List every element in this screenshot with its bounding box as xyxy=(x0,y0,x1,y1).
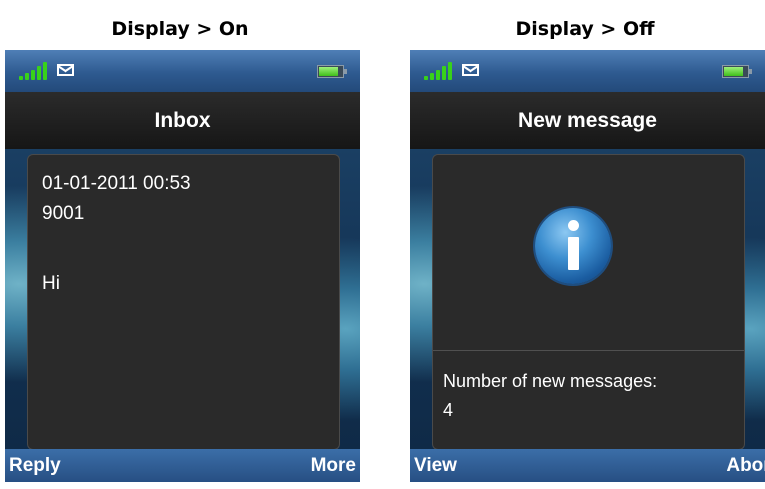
envelope-icon xyxy=(57,64,74,76)
battery-icon xyxy=(722,65,752,78)
new-messages-count: 4 xyxy=(443,400,454,420)
softkey-bar: Reply More xyxy=(5,449,360,482)
new-messages-label: Number of new messages: xyxy=(443,371,658,391)
message-date: 01-01-2011 00:53 xyxy=(42,173,191,194)
softkey-bar: View Abort xyxy=(410,449,765,482)
status-bar xyxy=(5,50,360,92)
phone-screen-new-message: New message Number of new messages: 4 Vi… xyxy=(410,50,765,482)
reply-softkey[interactable]: Reply xyxy=(9,455,61,477)
signal-strength-icon xyxy=(19,62,51,80)
caption-display-off: Display > Off xyxy=(515,18,655,40)
caption-display-on: Display > On xyxy=(111,18,249,40)
screen-title: Inbox xyxy=(5,92,360,149)
message-body: Hi xyxy=(42,273,60,294)
battery-icon xyxy=(317,65,347,78)
info-icon xyxy=(535,208,611,284)
signal-strength-icon xyxy=(424,62,456,80)
phone-screen-inbox: Inbox 01-01-2011 00:53 9001 Hi Reply Mor… xyxy=(5,50,360,482)
more-softkey[interactable]: More xyxy=(311,455,356,477)
notification-panel: Number of new messages: 4 xyxy=(432,154,745,450)
message-sender: 9001 xyxy=(42,203,85,224)
message-panel: 01-01-2011 00:53 9001 Hi xyxy=(27,154,340,450)
notification-icon-area xyxy=(433,155,744,351)
envelope-icon xyxy=(462,64,479,76)
abort-softkey[interactable]: Abort xyxy=(726,455,765,477)
view-softkey[interactable]: View xyxy=(414,455,457,477)
screen-title: New message xyxy=(410,92,765,149)
status-bar xyxy=(410,50,765,92)
